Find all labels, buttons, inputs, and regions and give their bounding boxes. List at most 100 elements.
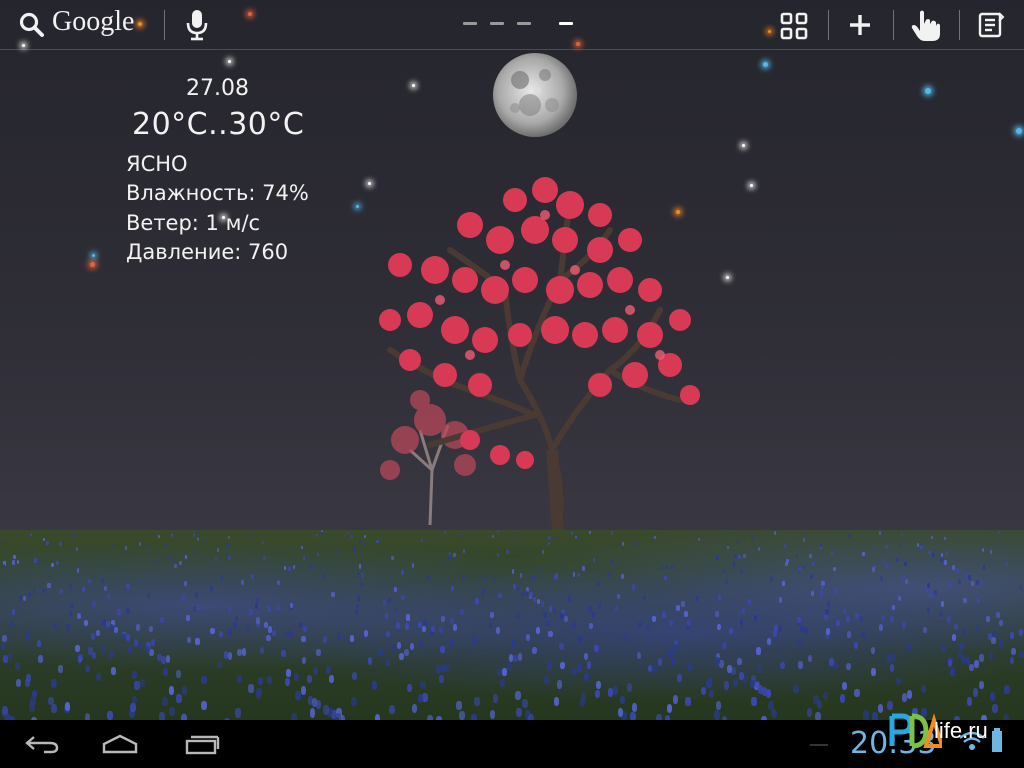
bluebonnet-flower bbox=[396, 622, 401, 629]
bluebonnet-flower bbox=[607, 572, 611, 578]
bluebonnet-flower bbox=[36, 640, 41, 648]
bluebonnet-flower bbox=[391, 644, 397, 652]
bluebonnet-flower bbox=[654, 535, 657, 540]
bluebonnet-flower bbox=[889, 664, 895, 672]
bluebonnet-flower bbox=[982, 565, 986, 570]
search-icon[interactable] bbox=[16, 10, 48, 40]
watermark-text: life.ru bbox=[934, 718, 988, 743]
bluebonnet-flower bbox=[138, 541, 141, 546]
bluebonnet-flower bbox=[554, 572, 558, 578]
bluebonnet-flower bbox=[546, 620, 550, 627]
recent-apps-button[interactable] bbox=[180, 720, 224, 768]
bluebonnet-flower bbox=[588, 606, 592, 613]
bluebonnet-flower bbox=[218, 630, 223, 638]
bluebonnet-flower bbox=[947, 659, 953, 668]
bluebonnet-flower bbox=[772, 630, 777, 637]
bluebonnet-flower bbox=[762, 687, 768, 696]
bluebonnet-flower bbox=[223, 651, 229, 659]
bluebonnet-flower bbox=[664, 575, 668, 581]
bluebonnet-flower bbox=[134, 681, 140, 690]
bluebonnet-flower bbox=[863, 710, 870, 720]
bluebonnet-flower bbox=[616, 593, 621, 599]
bluebonnet-flower bbox=[822, 691, 829, 701]
bluebonnet-flower bbox=[258, 677, 264, 686]
bluebonnet-flower bbox=[532, 596, 537, 603]
bluebonnet-flower bbox=[991, 704, 998, 714]
bluebonnet-flower bbox=[492, 576, 496, 582]
bluebonnet-flower bbox=[879, 531, 882, 535]
bluebonnet-flower bbox=[420, 538, 423, 543]
bluebonnet-flower bbox=[811, 561, 815, 567]
bluebonnet-flower bbox=[747, 599, 752, 606]
bluebonnet-flower bbox=[354, 609, 359, 616]
bluebonnet-flower bbox=[948, 581, 952, 587]
bluebonnet-flower bbox=[967, 575, 971, 580]
bluebonnet-flower bbox=[839, 694, 846, 703]
bluebonnet-flower bbox=[237, 648, 242, 657]
bluebonnet-flower bbox=[736, 657, 742, 666]
bluebonnet-flower bbox=[945, 550, 949, 555]
bluebonnet-flower bbox=[889, 615, 894, 622]
bluebonnet-flower bbox=[401, 570, 405, 575]
back-button[interactable] bbox=[20, 720, 64, 768]
bluebonnet-flower bbox=[310, 565, 313, 570]
bluebonnet-flower bbox=[276, 579, 280, 585]
bluebonnet-flower bbox=[522, 698, 529, 708]
bluebonnet-flower bbox=[961, 629, 967, 636]
bluebonnet-flower bbox=[26, 673, 32, 682]
bluebonnet-flower bbox=[708, 689, 715, 699]
bluebonnet-flower bbox=[999, 640, 1004, 648]
bluebonnet-flower bbox=[255, 597, 260, 604]
bluebonnet-flower bbox=[164, 543, 167, 547]
bluebonnet-flower bbox=[577, 663, 583, 672]
bluebonnet-flower bbox=[952, 634, 957, 641]
bluebonnet-flower bbox=[968, 663, 974, 672]
top-bar-divider bbox=[0, 49, 1024, 50]
weather-pressure: Давление: 760 bbox=[126, 240, 289, 264]
add-icon[interactable] bbox=[845, 10, 875, 40]
app-drawer-icon[interactable] bbox=[778, 10, 810, 42]
bluebonnet-flower bbox=[797, 617, 802, 624]
star-8 bbox=[763, 62, 768, 67]
bluebonnet-flower bbox=[38, 655, 43, 663]
bluebonnet-flower bbox=[391, 555, 394, 560]
bluebonnet-flower bbox=[81, 586, 86, 592]
bluebonnet-flower bbox=[276, 604, 280, 611]
bluebonnet-flower bbox=[109, 650, 114, 658]
bluebonnet-flower bbox=[793, 684, 799, 694]
google-search-label[interactable]: Google bbox=[52, 6, 134, 38]
bluebonnet-flower bbox=[944, 560, 947, 565]
bluebonnet-flower bbox=[773, 531, 776, 535]
bluebonnet-flower bbox=[635, 542, 638, 546]
bluebonnet-flower bbox=[448, 555, 451, 560]
bluebonnet-flower bbox=[972, 687, 979, 697]
bluebonnet-flower bbox=[186, 636, 192, 644]
bluebonnet-flower bbox=[401, 594, 405, 600]
bluebonnet-flower bbox=[197, 604, 201, 611]
bluebonnet-flower bbox=[157, 653, 162, 662]
bluebonnet-flower bbox=[714, 657, 720, 665]
bluebonnet-flower bbox=[439, 675, 445, 684]
bluebonnet-flower bbox=[651, 664, 657, 673]
bluebonnet-flower bbox=[940, 601, 945, 607]
home-button[interactable] bbox=[98, 720, 142, 768]
bluebonnet-flower bbox=[706, 679, 712, 688]
bluebonnet-flower bbox=[560, 661, 566, 670]
bluebonnet-flower bbox=[263, 555, 267, 560]
bluebonnet-flower bbox=[499, 678, 505, 688]
bluebonnet-flower bbox=[683, 611, 688, 618]
edit-notes-icon[interactable] bbox=[975, 9, 1007, 41]
bluebonnet-flower bbox=[966, 696, 973, 706]
bluebonnet-flower bbox=[251, 574, 255, 579]
bluebonnet-flower bbox=[241, 648, 247, 656]
hand-pointer-icon[interactable] bbox=[908, 6, 944, 44]
bluebonnet-flower bbox=[33, 588, 37, 594]
bluebonnet-flower bbox=[234, 708, 241, 718]
microphone-icon[interactable] bbox=[182, 8, 212, 42]
bluebonnet-flower bbox=[511, 569, 515, 574]
bluebonnet-flower bbox=[829, 657, 834, 666]
bluebonnet-flower bbox=[209, 585, 213, 591]
bluebonnet-flower bbox=[248, 684, 254, 693]
bluebonnet-flower bbox=[84, 619, 89, 627]
bluebonnet-flower bbox=[661, 612, 666, 619]
